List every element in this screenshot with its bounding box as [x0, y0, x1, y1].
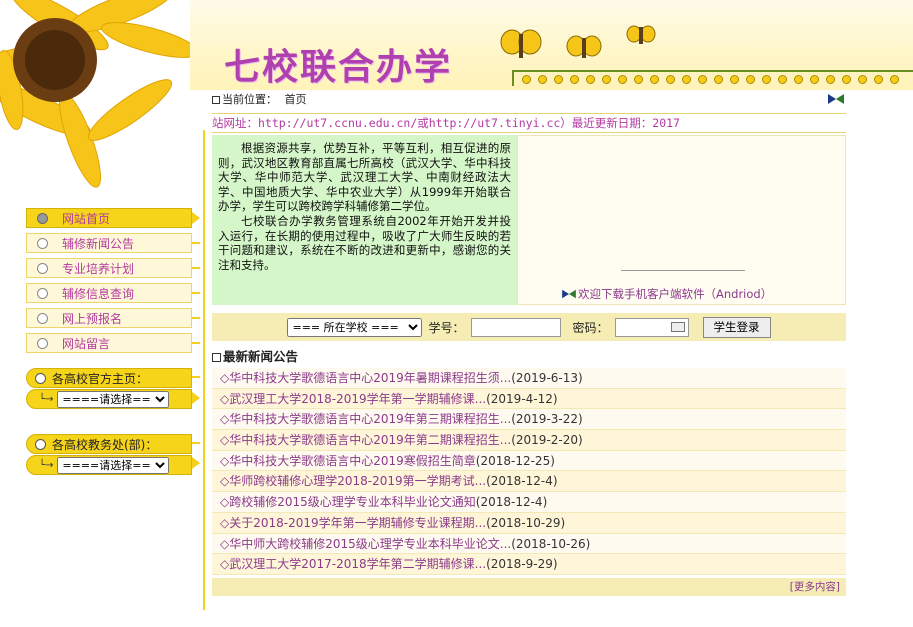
sidebar-item-home[interactable]: 网站首页	[26, 208, 192, 228]
nav-tick	[192, 292, 200, 294]
list-item[interactable]: ◇华师跨校辅修心理学2018-2019第一学期考试...(2018-12-4)	[212, 471, 846, 493]
login-bar: === 所在学校 === 学号： 密码： 学生登录	[212, 313, 846, 341]
nav-pointer-icon	[192, 212, 200, 224]
school-office-block: 各高校教务处(部)： └→ ====请选择====	[26, 434, 192, 475]
list-item[interactable]: ◇关于2018-2019学年第一学期辅修专业课程期...(2018-10-29)	[212, 512, 846, 534]
intro-panel: 根据资源共享，优势互补，平等互利，相互促进的原则，武汉地区教育部直属七所高校（武…	[212, 135, 517, 305]
sidebar-item-plan[interactable]: 专业培养计划	[26, 258, 192, 278]
school-office-select[interactable]: ====请选择====	[57, 456, 170, 474]
nav-tick	[192, 442, 200, 444]
divider	[621, 270, 745, 271]
radio-bullet-icon	[37, 337, 48, 349]
sidebar-item-query[interactable]: 辅修信息查询	[26, 283, 192, 303]
intro-paragraph: 根据资源共享，优势互补，平等互利，相互促进的原则，武汉地区教育部直属七所高校（武…	[218, 141, 511, 214]
radio-bullet-icon	[37, 287, 48, 299]
site-url-line: 站网址：http://ut7.ccnu.edu.cn/或http://ut7.t…	[212, 113, 846, 133]
school-select[interactable]: === 所在学校 ===	[287, 317, 423, 337]
school-homepage-select-row: └→ ====请选择====	[26, 389, 192, 409]
school-homepage-label: 各高校官方主页：	[26, 368, 192, 388]
radio-bullet-icon	[37, 312, 48, 324]
list-item[interactable]: ◇华中科技大学歌德语言中心2019年第三期课程招生...(2019-3-22)	[212, 409, 846, 431]
site-title: 七校联合办学	[224, 46, 453, 88]
nav-pointer-icon	[192, 457, 200, 469]
radio-bullet-icon	[37, 262, 48, 274]
nav-pointer-icon	[192, 392, 200, 404]
school-office-label: 各高校教务处(部)：	[26, 434, 192, 454]
student-id-input[interactable]	[470, 317, 561, 337]
nav-tick	[192, 317, 200, 319]
butterfly-small-icon	[828, 94, 844, 104]
breadcrumb: 当前位置： 首页	[212, 92, 846, 108]
butterfly-icon	[626, 25, 656, 44]
list-item[interactable]: ◇武汉理工大学2017-2018学年第二学期辅修课...(2018-9-29)	[212, 554, 846, 575]
news-heading: 最新新闻公告	[212, 347, 846, 367]
list-item[interactable]: ◇华中师大跨校辅修2015级心理学专业本科毕业论文...(2018-10-26)	[212, 533, 846, 555]
news-list: ◇华中科技大学歌德语言中心2019年暑期课程招生须...(2019-6-13) …	[212, 368, 846, 575]
arrow-right-icon: └→	[39, 393, 54, 405]
radio-bullet-icon	[37, 237, 48, 249]
nav-tick	[192, 342, 200, 344]
list-item[interactable]: ◇华中科技大学歌德语言中心2019年暑期课程招生须...(2019-6-13)	[212, 368, 846, 389]
sidebar-item-preregister[interactable]: 网上预报名	[26, 308, 192, 328]
list-item[interactable]: ◇华中科技大学歌德语言中心2019寒假招生简章(2018-12-25)	[212, 450, 846, 472]
school-homepage-block: 各高校官方主页： └→ ====请选择====	[26, 368, 192, 409]
square-icon	[212, 353, 221, 362]
square-icon	[212, 96, 220, 104]
more-news-link[interactable]: [更多内容]	[212, 578, 846, 596]
download-app-link[interactable]: 欢迎下载手机客户端软件（Andriod）	[562, 286, 772, 302]
nav-tick	[192, 267, 200, 269]
radio-bullet-icon	[37, 212, 48, 224]
intro-paragraph: 七校联合办学教务管理系统自2002年开始开发并投入运行，在长期的使用过程中，吸收…	[218, 213, 511, 272]
keyboard-icon[interactable]	[670, 321, 685, 332]
list-item[interactable]: ◇武汉理工大学2018-2019学年第一学期辅修课...(2019-4-12)	[212, 388, 846, 410]
radio-bullet-icon	[35, 438, 46, 450]
sidebar-item-news[interactable]: 辅修新闻公告	[26, 233, 192, 253]
butterfly-icon	[566, 35, 602, 58]
school-homepage-select[interactable]: ====请选择====	[57, 390, 170, 408]
sidebar-item-message[interactable]: 网站留言	[26, 333, 192, 353]
download-panel: 欢迎下载手机客户端软件（Andriod）	[517, 135, 846, 305]
nav-tick	[192, 242, 200, 244]
student-login-button[interactable]: 学生登录	[702, 316, 771, 338]
list-item[interactable]: ◇华中科技大学歌德语言中心2019年第二期课程招生...(2019-2-20)	[212, 430, 846, 451]
school-office-select-row: └→ ====请选择====	[26, 455, 192, 475]
nav-tick	[192, 376, 200, 378]
breadcrumb-current: 首页	[284, 93, 307, 106]
nav-connector-line	[203, 130, 205, 610]
butterfly-icon	[500, 29, 542, 58]
student-id-label: 学号：	[428, 320, 465, 335]
butterfly-small-icon	[562, 289, 576, 299]
password-label: 密码：	[572, 320, 609, 335]
sidebar-nav: 网站首页 辅修新闻公告 专业培养计划 辅修信息查询 网上预报名 网站留言	[26, 208, 192, 358]
radio-bullet-icon	[35, 372, 46, 384]
sunflower-graphic	[0, 0, 199, 188]
list-item[interactable]: ◇跨校辅修2015级心理学专业本科毕业论文通知(2018-12-4)	[212, 492, 846, 513]
arrow-right-icon: └→	[39, 459, 54, 471]
decorative-dot-rail	[512, 70, 913, 86]
